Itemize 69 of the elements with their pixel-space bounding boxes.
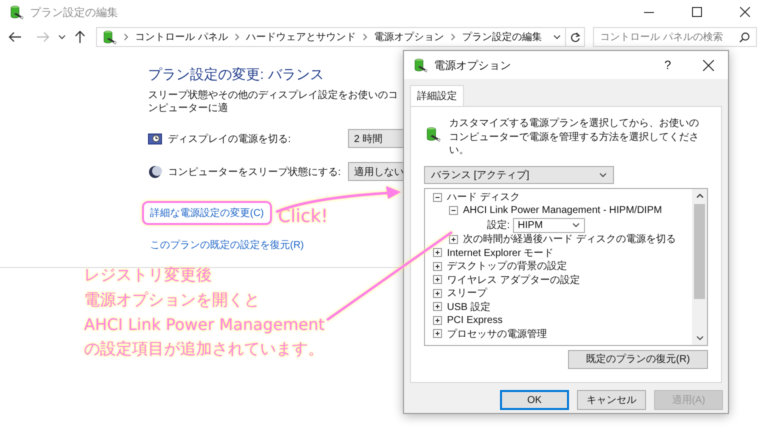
chevron-icon xyxy=(360,33,369,41)
maximize-icon[interactable] xyxy=(692,7,702,17)
chevron-icon xyxy=(448,33,457,41)
tree-item[interactable]: PCI Express xyxy=(447,314,503,326)
setting-label: コンピューターをスリープ状態にする: xyxy=(168,166,342,178)
restore-button[interactable]: 既定のプランの復元(R) xyxy=(568,350,708,368)
close-icon[interactable] xyxy=(740,7,750,17)
setting-dropdown[interactable]: HIPM xyxy=(512,218,585,232)
collapse-icon[interactable] xyxy=(433,192,442,202)
chevron-icon xyxy=(696,192,704,200)
dialog-button[interactable]: OK xyxy=(500,390,569,410)
battery-plug-icon xyxy=(412,57,428,73)
tree-item[interactable]: Internet Explorer モード xyxy=(447,246,554,260)
annotation-text: レジストリ変更後 xyxy=(84,264,212,286)
chevron-icon xyxy=(58,33,66,41)
settings-link[interactable]: 詳細な電源設定の変更(C) xyxy=(142,201,272,225)
help-button[interactable]: ? xyxy=(664,58,671,72)
expand-icon[interactable] xyxy=(433,275,442,284)
tab[interactable]: 詳細設定 xyxy=(410,85,464,106)
page-description: スリープ状態やその他のディスプレイ設定をお使いのコンピューターに適 xyxy=(148,89,398,115)
window-title: プラン設定の編集 xyxy=(30,6,118,20)
dialog-button[interactable]: キャンセル xyxy=(577,390,646,410)
refresh-icon[interactable] xyxy=(570,32,580,42)
chevron-icon xyxy=(599,170,607,178)
dialog-title: 電源オプション xyxy=(434,58,511,72)
settings-link[interactable]: このプランの既定の設定を復元(R) xyxy=(142,233,312,257)
tree-item[interactable]: デスクトップの背景の設定 xyxy=(447,259,567,274)
expand-icon[interactable] xyxy=(433,302,442,312)
expand-icon[interactable] xyxy=(433,262,442,271)
close-icon[interactable] xyxy=(703,60,714,70)
up-arrow-icon[interactable] xyxy=(74,30,86,44)
battery-plug-icon xyxy=(101,29,117,45)
scrollbar[interactable] xyxy=(692,188,707,344)
tree-item[interactable]: 次の時間が経過後ハード ディスクの電源を切る xyxy=(463,232,676,246)
tree-item[interactable]: スリープ xyxy=(447,286,487,300)
monitor-clock-icon xyxy=(148,132,162,146)
chevron-icon xyxy=(232,33,241,41)
annotation-text: の設定項目が追加されています。 xyxy=(84,338,324,360)
tree-item[interactable]: ワイヤレス アダプターの設定 xyxy=(447,272,580,287)
setting-label: ディスプレイの電源を切る: xyxy=(168,132,292,146)
scrollbar-thumb[interactable] xyxy=(694,204,705,298)
tree-item[interactable]: ハード ディスク xyxy=(447,190,520,204)
tree-item[interactable]: プロセッサの電源管理 xyxy=(447,326,547,341)
moon-icon xyxy=(148,164,162,178)
expand-icon[interactable] xyxy=(433,329,442,338)
expand-icon[interactable] xyxy=(433,248,442,258)
tree-item[interactable]: AHCI Link Power Management - HIPM/DIPM xyxy=(463,205,662,216)
page-heading: プラン設定の変更: バランス xyxy=(148,66,324,84)
expand-icon[interactable] xyxy=(433,288,442,298)
search-icon[interactable] xyxy=(739,32,750,42)
tree-item[interactable]: USB 設定 xyxy=(447,300,490,314)
chevron-icon xyxy=(553,33,561,41)
search-field[interactable]: コントロール パネルの検索 xyxy=(593,27,757,47)
chevron-icon xyxy=(122,33,130,41)
refresh-button[interactable] xyxy=(565,27,585,47)
plan-dropdown[interactable]: バランス [アクティブ] xyxy=(424,166,614,184)
address-bar[interactable]: コントロール パネル ハードウェアとサウンド 電源オプション プラン設定の編集 xyxy=(96,27,566,47)
chevron-icon xyxy=(696,334,704,342)
annotation-text: Click! xyxy=(278,206,328,227)
collapse-icon[interactable] xyxy=(449,206,458,216)
battery-plug-icon xyxy=(8,4,24,20)
expand-icon[interactable] xyxy=(449,234,458,244)
annotation-text: AHCI Link Power Management xyxy=(84,314,325,336)
annotation-text: 電源オプションを開くと xyxy=(84,288,260,311)
chevron-icon xyxy=(572,221,580,229)
dialog-description: カスタマイズする電源プランを選択してから、お使いのコンピューターで電源を管理する方法を選択してください。 xyxy=(448,117,700,158)
setting-label: 設定: xyxy=(487,218,510,232)
expand-icon[interactable] xyxy=(433,316,442,325)
back-arrow-icon[interactable] xyxy=(8,31,22,43)
